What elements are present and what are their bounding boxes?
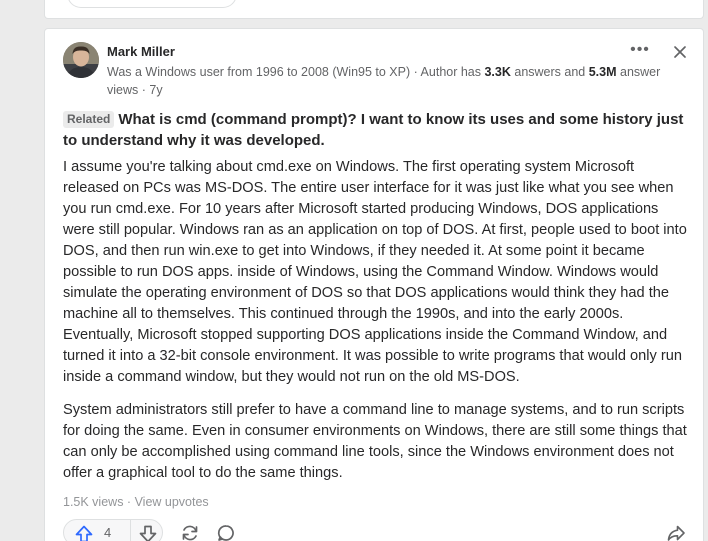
- downvote-arrow-icon: [139, 525, 157, 541]
- close-button[interactable]: [669, 41, 691, 63]
- upvote-button[interactable]: [74, 524, 94, 541]
- upvote-arrow-icon: [75, 525, 93, 541]
- related-question-link[interactable]: What is cmd (command prompt)? I want to …: [63, 111, 683, 149]
- view-upvotes-link[interactable]: View upvotes: [135, 495, 209, 509]
- previous-card-action-bar: [67, 0, 237, 8]
- share-forward-icon: [667, 525, 685, 541]
- view-count: 1.5K views: [63, 495, 124, 509]
- comment-icon: [217, 525, 234, 541]
- reshare-icon: [182, 525, 198, 541]
- share-button[interactable]: [665, 522, 687, 541]
- author-name[interactable]: Mark Miller: [107, 44, 175, 59]
- answer-paragraph: System administrators still prefer to ha…: [63, 402, 687, 481]
- avatar[interactable]: [63, 42, 99, 78]
- related-question: Related What is cmd (command prompt)? I w…: [63, 109, 693, 151]
- views-count: 5.3M: [588, 65, 617, 79]
- comment-button[interactable]: [215, 522, 237, 541]
- vote-divider: [130, 520, 131, 541]
- related-tag: Related: [63, 111, 115, 128]
- upvote-count: 4: [104, 525, 112, 540]
- answers-text: answers and: [510, 65, 589, 79]
- previous-card-edge: [44, 0, 704, 19]
- more-options-button[interactable]: •••: [627, 41, 653, 61]
- close-icon: [674, 46, 686, 58]
- vote-control: 4: [63, 519, 163, 541]
- reshare-button[interactable]: [179, 522, 201, 541]
- credential-text[interactable]: Was a Windows user from 1996 to 2008 (Wi…: [107, 65, 484, 79]
- answer-card: Mark Miller Was a Windows user from 1996…: [44, 28, 704, 541]
- meta-separator: ·: [123, 495, 135, 509]
- action-bar: 4: [63, 519, 693, 541]
- author-credential: Was a Windows user from 1996 to 2008 (Wi…: [107, 63, 687, 99]
- downvote-button[interactable]: [138, 524, 158, 541]
- more-horizontal-icon: •••: [630, 41, 650, 58]
- answer-body: I assume you're talking about cmd.exe on…: [63, 157, 693, 496]
- answer-paragraph: I assume you're talking about cmd.exe on…: [63, 159, 687, 385]
- answer-meta: 1.5K views · View upvotes: [63, 495, 209, 509]
- answers-count: 3.3K: [484, 65, 511, 79]
